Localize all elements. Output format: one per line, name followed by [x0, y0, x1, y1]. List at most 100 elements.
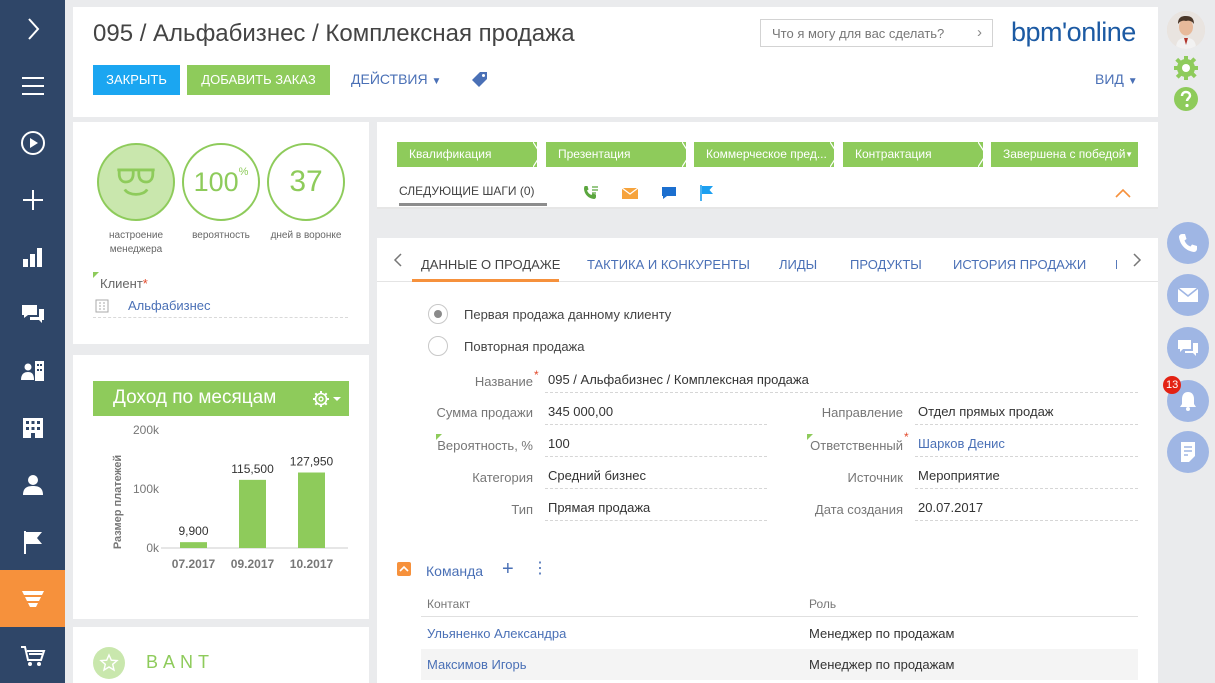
- days-label: дней в воронке: [270, 230, 342, 241]
- role-cell: Менеджер по продажам: [809, 626, 955, 641]
- tab-tactics[interactable]: ТАКТИКА И КОНКУРЕНТЫ: [587, 257, 750, 272]
- name-underline: [545, 392, 1138, 393]
- probability-value: 100: [193, 166, 239, 197]
- nav-expand[interactable]: [0, 0, 65, 57]
- next-steps-tab[interactable]: СЛЕДУЮЩИЕ ШАГИ (0): [399, 184, 535, 198]
- chevron-up-icon: [399, 565, 409, 572]
- stage-presentation[interactable]: Презентация: [546, 142, 686, 167]
- type-value[interactable]: Прямая продажа: [544, 500, 650, 515]
- tab-overflow[interactable]: ИС: [1115, 257, 1117, 272]
- category-label: Категория: [472, 470, 533, 485]
- chart-bar[interactable]: [180, 542, 207, 548]
- nav-orders[interactable]: [0, 627, 65, 683]
- nav-companies[interactable]: [0, 399, 65, 456]
- x-tick-label: 10.2017: [290, 557, 334, 571]
- source-value[interactable]: Мероприятие: [914, 468, 1000, 483]
- contact-icon: [22, 474, 43, 495]
- actions-menu[interactable]: ДЕЙСТВИЯ ▼: [351, 71, 441, 87]
- nav-opportunities[interactable]: [0, 570, 65, 627]
- nav-contacts[interactable]: [0, 456, 65, 513]
- column-role[interactable]: Роль: [809, 597, 836, 611]
- amount-value[interactable]: 345 000,00: [544, 404, 613, 419]
- nav-accounts[interactable]: [0, 342, 65, 399]
- client-link[interactable]: Альфабизнес: [128, 298, 211, 313]
- close-button[interactable]: ЗАКРЫТЬ: [93, 65, 180, 95]
- tasks-button[interactable]: [1167, 431, 1209, 473]
- actions-label: ДЕЙСТВИЯ: [351, 71, 428, 87]
- avatar[interactable]: [1167, 11, 1205, 49]
- bell-icon: [1180, 392, 1196, 411]
- tab-sale-data[interactable]: ДАННЫЕ О ПРОДАЖЕ: [421, 257, 560, 272]
- accounts-icon: [20, 360, 44, 381]
- team-title[interactable]: Команда: [426, 563, 483, 579]
- direction-value[interactable]: Отдел прямых продаж: [914, 404, 1054, 419]
- name-value[interactable]: 095 / Альфабизнес / Комплексная продажа: [544, 372, 809, 387]
- table-row[interactable]: Максимов Игорь Менеджер по продажам: [421, 649, 1138, 680]
- gear-icon[interactable]: [1173, 55, 1199, 81]
- source-underline: [915, 488, 1138, 489]
- phone-icon: [1179, 234, 1197, 252]
- team-collapse-toggle[interactable]: [397, 562, 411, 576]
- contact-link[interactable]: Ульяненко Александра: [427, 626, 566, 641]
- user-photo-icon: [1167, 11, 1205, 49]
- tab-bar: ДАННЫЕ О ПРОДАЖЕ ТАКТИКА И КОНКУРЕНТЫ ЛИ…: [377, 238, 1158, 282]
- category-underline: [545, 488, 767, 489]
- document-icon: [1181, 442, 1195, 462]
- add-order-button[interactable]: ДОБАВИТЬ ЗАКАЗ: [187, 65, 330, 95]
- search-placeholder: Что я могу для вас сделать?: [772, 26, 945, 41]
- nav-processes[interactable]: [0, 114, 65, 171]
- right-rail: 13: [1159, 0, 1215, 683]
- nav-menu[interactable]: [0, 57, 65, 114]
- tab-history[interactable]: ИСТОРИЯ ПРОДАЖИ: [953, 257, 1086, 272]
- nav-add[interactable]: [0, 171, 65, 228]
- stage-closed-won[interactable]: Завершена с победой ▼: [991, 142, 1138, 167]
- stage-qualification[interactable]: Квалификация: [397, 142, 537, 167]
- message-task-icon[interactable]: [660, 184, 678, 202]
- email-task-icon[interactable]: [621, 184, 639, 202]
- help-icon[interactable]: [1173, 86, 1199, 112]
- chat-icon: [1178, 340, 1198, 356]
- category-value[interactable]: Средний бизнес: [544, 468, 646, 483]
- bar-value-label: 115,500: [231, 462, 274, 476]
- chevron-right-icon[interactable]: [1129, 253, 1143, 267]
- bar-value-label: 127,950: [290, 455, 334, 469]
- column-contact[interactable]: Контакт: [427, 597, 470, 611]
- call-button[interactable]: [1167, 222, 1209, 264]
- tag-icon[interactable]: [471, 70, 489, 88]
- email-button[interactable]: [1167, 274, 1209, 316]
- revenue-chart-panel: Доход по месяцам Размер платежей 0k 100k 2…: [73, 355, 369, 619]
- amount-underline: [545, 424, 767, 425]
- contact-link[interactable]: Максимов Игорь: [427, 657, 527, 672]
- stage-proposal[interactable]: Коммерческое пред...: [694, 142, 834, 167]
- tab-products[interactable]: ПРОДУКТЫ: [850, 257, 922, 272]
- owner-link[interactable]: Шарков Денис: [914, 436, 1005, 451]
- gear-dropdown-icon[interactable]: [311, 389, 341, 409]
- probability-label: вероятность: [192, 230, 250, 241]
- probability-value[interactable]: 100: [544, 436, 570, 451]
- more-vertical-icon[interactable]: ⋮: [532, 559, 548, 579]
- logo: bpm'online: [1011, 17, 1136, 47]
- direction-underline: [915, 424, 1138, 425]
- page-header: 095 / Альфабизнес / Комплексная продажа …: [73, 7, 1158, 117]
- flag-task-icon[interactable]: [698, 184, 716, 202]
- nav-leads[interactable]: [0, 513, 65, 570]
- radio-first-sale[interactable]: [428, 304, 448, 324]
- table-row[interactable]: Ульяненко Александра Менеджер по продажа…: [421, 618, 1138, 649]
- stage-separator: [533, 142, 542, 167]
- nav-dashboards[interactable]: [0, 228, 65, 285]
- command-search-input[interactable]: Что я могу для вас сделать? ›: [760, 19, 993, 47]
- chart-bar[interactable]: [239, 479, 266, 548]
- stage-contracting[interactable]: Контрактация: [843, 142, 983, 167]
- tab-leads[interactable]: ЛИДЫ: [779, 257, 817, 272]
- chart-bar[interactable]: [298, 472, 325, 548]
- plus-icon[interactable]: +: [502, 559, 514, 579]
- team-grid-header: Контакт Роль: [421, 588, 1138, 617]
- stages-panel: Квалификация Презентация Коммерческое пр…: [377, 122, 1158, 209]
- view-menu[interactable]: ВИД ▼: [1095, 71, 1138, 87]
- call-task-icon[interactable]: [582, 184, 600, 202]
- chevron-up-icon[interactable]: [1115, 187, 1131, 199]
- chat-button[interactable]: [1167, 327, 1209, 369]
- envelope-icon: [1177, 287, 1199, 302]
- radio-repeat-sale[interactable]: [428, 336, 448, 356]
- nav-feed[interactable]: [0, 285, 65, 342]
